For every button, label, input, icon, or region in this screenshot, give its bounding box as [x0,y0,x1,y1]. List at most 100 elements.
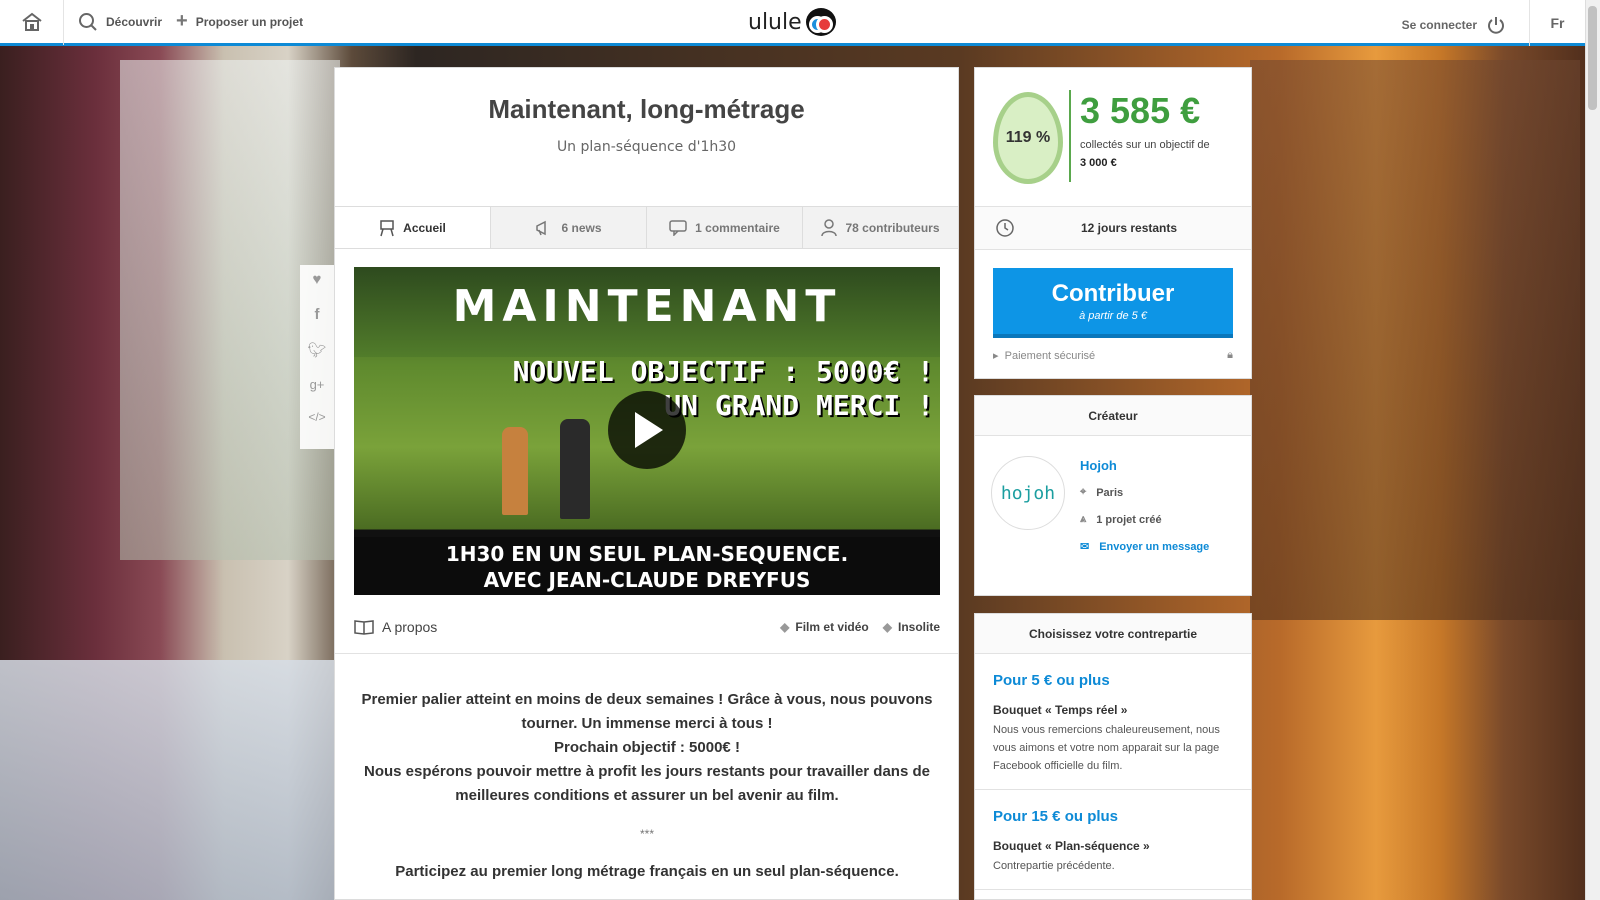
video-caption: 1H30 EN UN SEUL PLAN-SEQUENCE. AVEC JEAN… [354,537,940,595]
reward-name: Bouquet « Plan-séquence » [993,839,1150,853]
funding-goal: collectés sur un objectif de 3 000 € [1080,136,1210,172]
login-label: Se connecter [1401,18,1477,32]
funding-percent-badge: 119 % [993,92,1063,184]
about-section-label: A propos [354,619,437,635]
envelope-icon: ✉ [1080,541,1090,553]
projects-icon: ⩓ [1080,513,1087,525]
secure-payment-toggle[interactable]: ▸ Paiement sécurisé 🔒︎ [993,349,1233,362]
contribute-button[interactable]: Contribuer à partir de 5 € [993,268,1233,338]
reward-description: Nous vous remercions chaleureusement, no… [993,724,1220,772]
scrollbar-thumb[interactable] [1588,6,1597,110]
facebook-icon[interactable]: f [315,306,320,323]
creator-card: Créateur hojoh Hojoh ⌖ Paris ⩓ 1 projet … [974,395,1252,596]
video-caption-line1: 1H30 EN UN SEUL PLAN-SEQUENCE. [445,542,849,566]
heart-icon[interactable]: ♥ [313,271,322,288]
reward-price: Pour 5 € ou plus [993,672,1110,689]
description-paragraph-2: Prochain objectif : 5000€ ! [554,739,740,756]
contribute-label: Contribuer [1051,280,1175,307]
funding-card: 119 % 3 585 € collectés sur un objectif … [974,67,1252,379]
section-divider [335,653,958,654]
search-icon [79,12,97,31]
language-selector[interactable]: Fr [1529,0,1585,46]
google-plus-icon[interactable]: g+ [310,377,325,392]
creator-projects: ⩓ 1 projet créé [1080,513,1162,526]
funding-divider [1069,90,1071,182]
comment-icon [669,219,687,236]
category-tags: ◆ Film et vidéo ◆ Insolite [780,620,940,634]
discover-label: Découvrir [106,14,163,29]
login-link[interactable]: Se connecter [1402,16,1505,34]
creator-name[interactable]: Hojoh [1080,458,1117,473]
tag-film-video[interactable]: ◆ Film et vidéo [780,620,869,634]
embed-code-icon[interactable]: </> [308,410,325,424]
lock-icon: 🔒︎ [1227,349,1233,361]
description-separator: *** [639,827,654,841]
user-icon [821,218,838,236]
video-goal-text: NOUVEL OBJECTIF : 5000€ ! UN GRAND MERCI… [513,355,934,423]
tag-icon: ◆ [780,620,790,634]
project-title: Maintenant, long-métrage [488,94,805,124]
creator-heading: Créateur [975,396,1251,436]
video-actor-man [560,419,590,519]
project-description: Premier palier atteint en moins de deux … [354,688,940,884]
tab-news[interactable]: 6 news [490,207,646,248]
tag-film-video-label: Film et vidéo [795,620,869,634]
power-icon [1488,17,1504,34]
send-message-link[interactable]: ✉ Envoyer un message [1080,540,1210,554]
play-button[interactable] [608,391,686,469]
creator-city: Paris [1096,486,1124,499]
tab-home[interactable]: Accueil [335,207,490,248]
tab-contributors[interactable]: 78 contributeurs [802,207,958,248]
video-goal-line1: NOUVEL OBJECTIF : 5000€ ! [512,355,934,388]
reward-name: Bouquet « Temps réel » [993,703,1128,717]
easel-icon [380,219,394,236]
about-label: A propos [382,619,438,635]
funding-goal-value: 3 000 € [1080,157,1117,169]
project-video[interactable]: MAINTENANT NOUVEL OBJECTIF : 5000€ ! UN … [354,267,940,595]
project-tabs: Accueil 6 news 1 commentaire 78 contribu… [335,206,958,249]
home-icon [21,12,42,31]
background-door [1250,60,1580,620]
owl-logo-icon [805,8,836,36]
discover-link[interactable]: Découvrir [78,12,162,32]
funding-goal-label: collectés sur un objectif de [1080,139,1210,151]
propose-project-link[interactable]: + Proposer un projet [176,10,303,33]
days-remaining: 12 jours restants [975,206,1251,250]
location-pin-icon: ⌖ [1080,486,1087,498]
send-message-label: Envoyer un message [1099,540,1210,553]
tab-news-label: 6 news [561,220,602,235]
tag-icon: ◆ [882,620,892,634]
rewards-heading: Choisissez votre contrepartie [975,614,1251,654]
rewards-card: Choisissez votre contrepartie Pour 5 € o… [974,613,1252,900]
video-caption-line2: AVEC JEAN-CLAUDE DREYFUS [483,568,811,592]
megaphone-icon [536,220,547,235]
page-scrollbar[interactable] [1585,0,1600,900]
social-share-bar: ♥ f 🐦︎ g+ </> [300,265,334,449]
creator-avatar[interactable]: hojoh [991,456,1065,530]
twitter-icon[interactable]: 🐦︎ [307,341,326,359]
tab-contributors-label: 78 contributeurs [845,220,940,235]
logo-text: ulule [748,9,802,35]
clock-icon [975,218,1035,238]
funding-amount: 3 585 € [1080,90,1201,131]
tab-comments[interactable]: 1 commentaire [646,207,802,248]
days-remaining-label: 12 jours restants [1081,221,1178,235]
background-table [0,660,335,900]
video-title-text: MAINTENANT [452,281,842,332]
propose-label: Proposer un projet [195,14,304,29]
description-paragraph-1: Premier palier atteint en moins de deux … [361,691,933,732]
plus-icon: + [176,10,188,32]
tag-insolite[interactable]: ◆ Insolite [883,620,940,634]
project-subtitle: Un plan-séquence d'1h30 [556,139,737,155]
home-button[interactable] [0,0,64,45]
video-goal-line2: UN GRAND MERCI ! [664,389,934,422]
ulule-logo[interactable]: ulule [748,8,836,36]
reward-price: Pour 15 € ou plus [993,808,1119,825]
contribute-sublabel: à partir de 5 € [1079,310,1147,322]
reward-item[interactable]: Pour 15 € ou plus Bouquet « Plan-séquenc… [975,790,1251,890]
book-icon [354,620,374,635]
video-actor-woman [502,427,528,515]
project-main-card: Maintenant, long-métrage Un plan-séquenc… [334,67,959,900]
reward-item[interactable]: Pour 5 € ou plus Bouquet « Temps réel » … [975,654,1251,790]
about-bar: A propos ◆ Film et vidéo ◆ Insolite [354,619,940,635]
